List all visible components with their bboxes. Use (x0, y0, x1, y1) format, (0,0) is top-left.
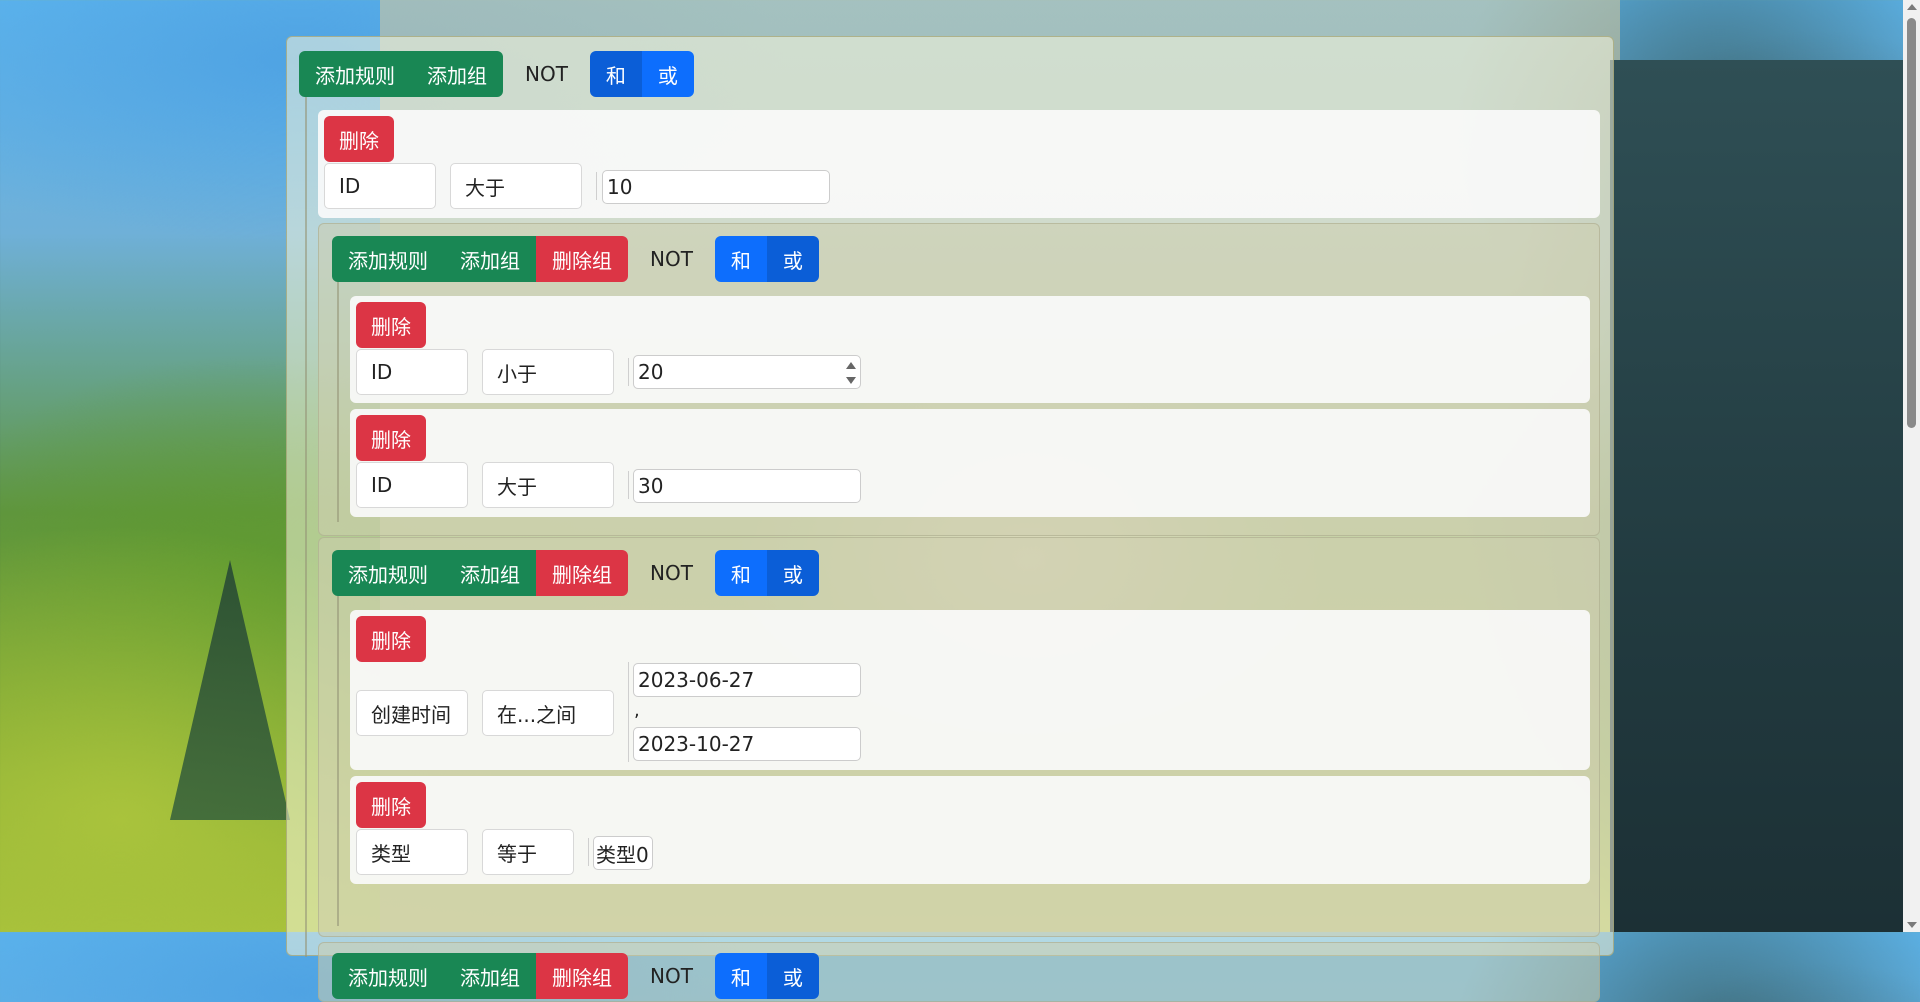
or-button[interactable]: 或 (766, 953, 819, 999)
delete-rule-button[interactable]: 删除 (356, 616, 426, 662)
scroll-thumb[interactable] (1907, 18, 1916, 428)
operator-select[interactable]: 大于 (482, 462, 614, 508)
rule-card: 删除 类型 等于 类型0 (350, 776, 1590, 884)
add-rule-button[interactable]: 添加规则 (332, 550, 444, 596)
add-rule-button[interactable]: 添加规则 (332, 953, 444, 999)
delete-rule-button[interactable]: 删除 (356, 302, 426, 348)
divider (628, 471, 629, 499)
tree-connector (305, 97, 307, 957)
add-rule-button[interactable]: 添加规则 (299, 51, 411, 97)
divider (596, 172, 597, 200)
rule-card: 删除 ID 小于 20 (350, 296, 1590, 403)
group-toolbar: 添加规则 添加组 删除组 NOT 和 或 (332, 236, 819, 282)
value-input[interactable]: 10 (602, 170, 830, 204)
field-select[interactable]: ID (356, 462, 468, 508)
root-action-group: 添加规则 添加组 (299, 51, 503, 97)
not-toggle[interactable]: NOT (628, 247, 715, 271)
scroll-down-arrow-icon[interactable] (1907, 922, 1917, 928)
date-from-input[interactable]: 2023-06-27 (633, 663, 861, 697)
root-toolbar: 添加规则 添加组 NOT 和 或 (299, 51, 694, 97)
rule-card: 删除 ID 大于 30 (350, 409, 1590, 517)
field-select[interactable]: 创建时间 (356, 690, 468, 736)
add-group-button[interactable]: 添加组 (411, 51, 503, 97)
or-button[interactable]: 或 (766, 236, 819, 282)
operator-select[interactable]: 小于 (482, 349, 614, 395)
add-group-button[interactable]: 添加组 (444, 953, 536, 999)
delete-rule-button[interactable]: 删除 (324, 116, 394, 162)
and-button[interactable]: 和 (714, 550, 767, 596)
operator-select[interactable]: 大于 (450, 163, 582, 209)
field-select[interactable]: 类型 (356, 829, 468, 875)
query-builder: 添加规则 添加组 NOT 和 或 删除 ID 大于 10 添加规则 添加组 删除… (286, 36, 1614, 1002)
rule-group: 添加规则 添加组 删除组 NOT 和 或 (318, 942, 1600, 1002)
range-separator: , (634, 700, 640, 721)
date-to-input[interactable]: 2023-10-27 (633, 727, 861, 761)
rule-group: 添加规则 添加组 删除组 NOT 和 或 删除 ID 小于 20 删除 ID 大 (318, 223, 1600, 536)
divider (588, 838, 589, 866)
and-button[interactable]: 和 (589, 51, 642, 97)
operator-select[interactable]: 等于 (482, 829, 574, 875)
operator-select[interactable]: 在...之间 (482, 690, 614, 736)
group-action-group: 添加规则 添加组 删除组 (332, 236, 628, 282)
not-toggle[interactable]: NOT (628, 964, 715, 988)
value-select[interactable]: 类型0 (593, 836, 653, 870)
add-group-button[interactable]: 添加组 (444, 236, 536, 282)
condition-toggle: 和 或 (714, 550, 819, 596)
or-button[interactable]: 或 (641, 51, 694, 97)
tree-connector (337, 282, 339, 522)
and-button[interactable]: 和 (714, 953, 767, 999)
not-toggle[interactable]: NOT (628, 561, 715, 585)
group-action-group: 添加规则 添加组 删除组 (332, 550, 628, 596)
value-number-input[interactable]: 20 (633, 355, 861, 389)
delete-rule-button[interactable]: 删除 (356, 415, 426, 461)
value-input[interactable]: 30 (633, 469, 861, 503)
rule-group: 添加规则 添加组 删除组 NOT 和 或 删除 创建时间 在...之间 2023… (318, 537, 1600, 937)
rule-card: 删除 创建时间 在...之间 2023-06-27 , 2023-10-27 (350, 610, 1590, 770)
add-rule-button[interactable]: 添加规则 (332, 236, 444, 282)
and-button[interactable]: 和 (714, 236, 767, 282)
rule-card: 删除 ID 大于 10 (318, 110, 1600, 218)
condition-toggle: 和 或 (589, 51, 694, 97)
or-button[interactable]: 或 (766, 550, 819, 596)
group-action-group: 添加规则 添加组 删除组 (332, 953, 628, 999)
field-select[interactable]: ID (324, 163, 436, 209)
group-toolbar: 添加规则 添加组 删除组 NOT 和 或 (332, 953, 819, 999)
not-toggle[interactable]: NOT (503, 62, 590, 86)
group-toolbar: 添加规则 添加组 删除组 NOT 和 或 (332, 550, 819, 596)
divider (628, 662, 629, 762)
delete-group-button[interactable]: 删除组 (536, 953, 628, 999)
delete-group-button[interactable]: 删除组 (536, 550, 628, 596)
background-tree (170, 560, 290, 820)
field-select[interactable]: ID (356, 349, 468, 395)
tree-connector (337, 596, 339, 926)
condition-toggle: 和 或 (714, 236, 819, 282)
scroll-up-arrow-icon[interactable] (1907, 4, 1917, 10)
value-text: 20 (638, 360, 664, 384)
add-group-button[interactable]: 添加组 (444, 550, 536, 596)
delete-group-button[interactable]: 删除组 (536, 236, 628, 282)
background-rock (1610, 60, 1920, 932)
spinner-arrows-icon[interactable] (846, 360, 856, 384)
divider (628, 358, 629, 386)
condition-toggle: 和 或 (714, 953, 819, 999)
vertical-scrollbar[interactable] (1903, 0, 1920, 932)
delete-rule-button[interactable]: 删除 (356, 782, 426, 828)
